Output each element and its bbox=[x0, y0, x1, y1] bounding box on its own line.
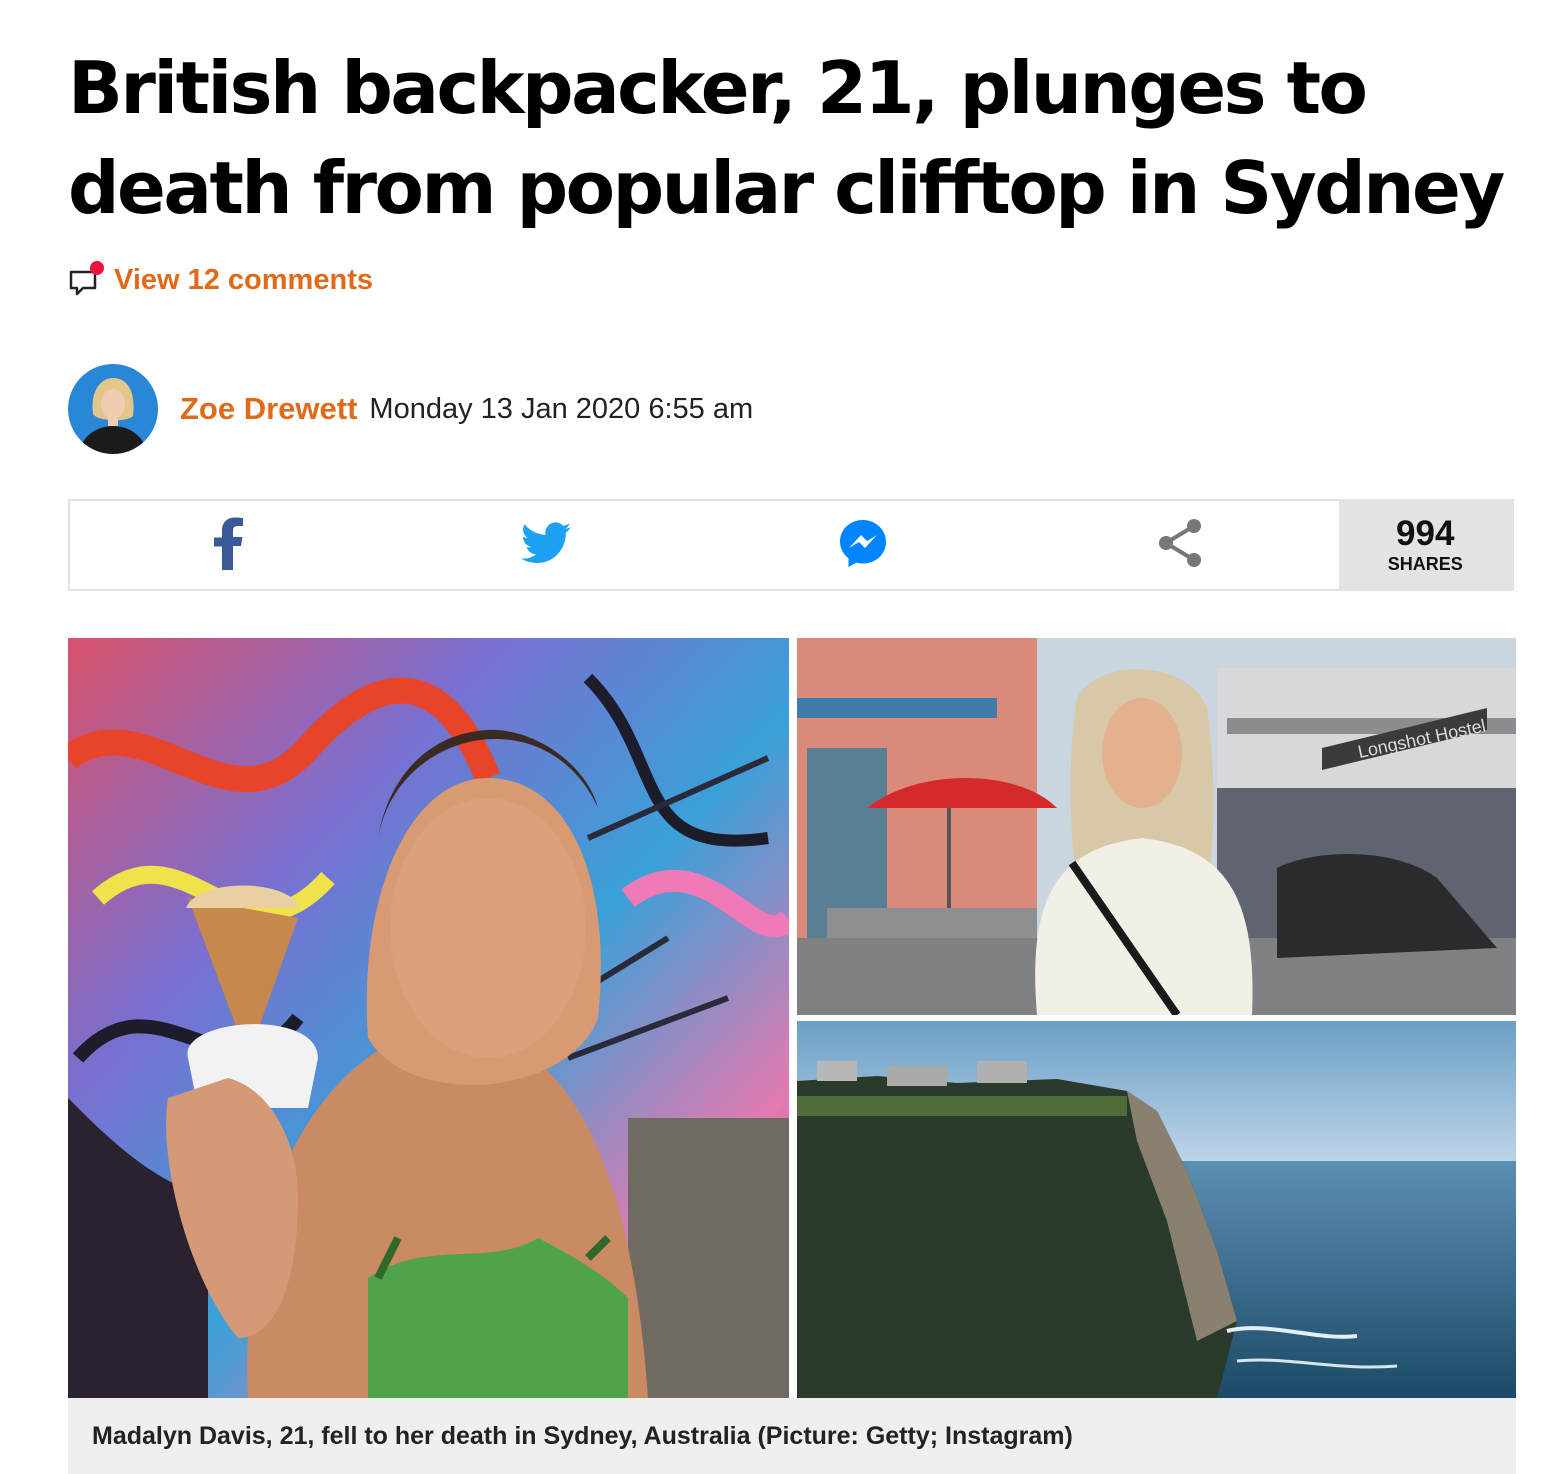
facebook-share-button[interactable] bbox=[70, 501, 387, 589]
comment-icon bbox=[68, 260, 108, 300]
view-comments-link[interactable]: View 12 comments bbox=[68, 258, 373, 302]
byline: Zoe Drewett Monday 13 Jan 2020 6:55 am bbox=[68, 364, 753, 454]
share-icon bbox=[1156, 517, 1204, 574]
comments-label: View 12 comments bbox=[114, 263, 373, 296]
facebook-icon bbox=[213, 516, 244, 575]
messenger-share-button[interactable] bbox=[704, 501, 1021, 589]
photo-sydney-cliff bbox=[797, 1021, 1516, 1398]
share-count: 994 SHARES bbox=[1338, 501, 1513, 589]
photo-graffiti-portrait bbox=[68, 638, 789, 1398]
publish-date: Monday 13 Jan 2020 6:55 am bbox=[369, 392, 754, 425]
twitter-icon bbox=[520, 521, 571, 569]
author-name[interactable]: Zoe Drewett bbox=[180, 391, 357, 427]
image-caption: Madalyn Davis, 21, fell to her death in … bbox=[68, 1398, 1516, 1474]
share-count-label: SHARES bbox=[1387, 554, 1463, 574]
photo-street-portrait: Longshot Hostel bbox=[797, 638, 1516, 1015]
article-headline: British backpacker, 21, plunges to death… bbox=[68, 46, 1505, 230]
messenger-icon bbox=[837, 517, 889, 574]
more-share-button[interactable] bbox=[1021, 501, 1338, 589]
share-count-number: 994 bbox=[1396, 514, 1455, 553]
twitter-share-button[interactable] bbox=[387, 501, 704, 589]
share-bar: 994 SHARES bbox=[68, 499, 1514, 591]
author-avatar[interactable] bbox=[68, 364, 158, 454]
